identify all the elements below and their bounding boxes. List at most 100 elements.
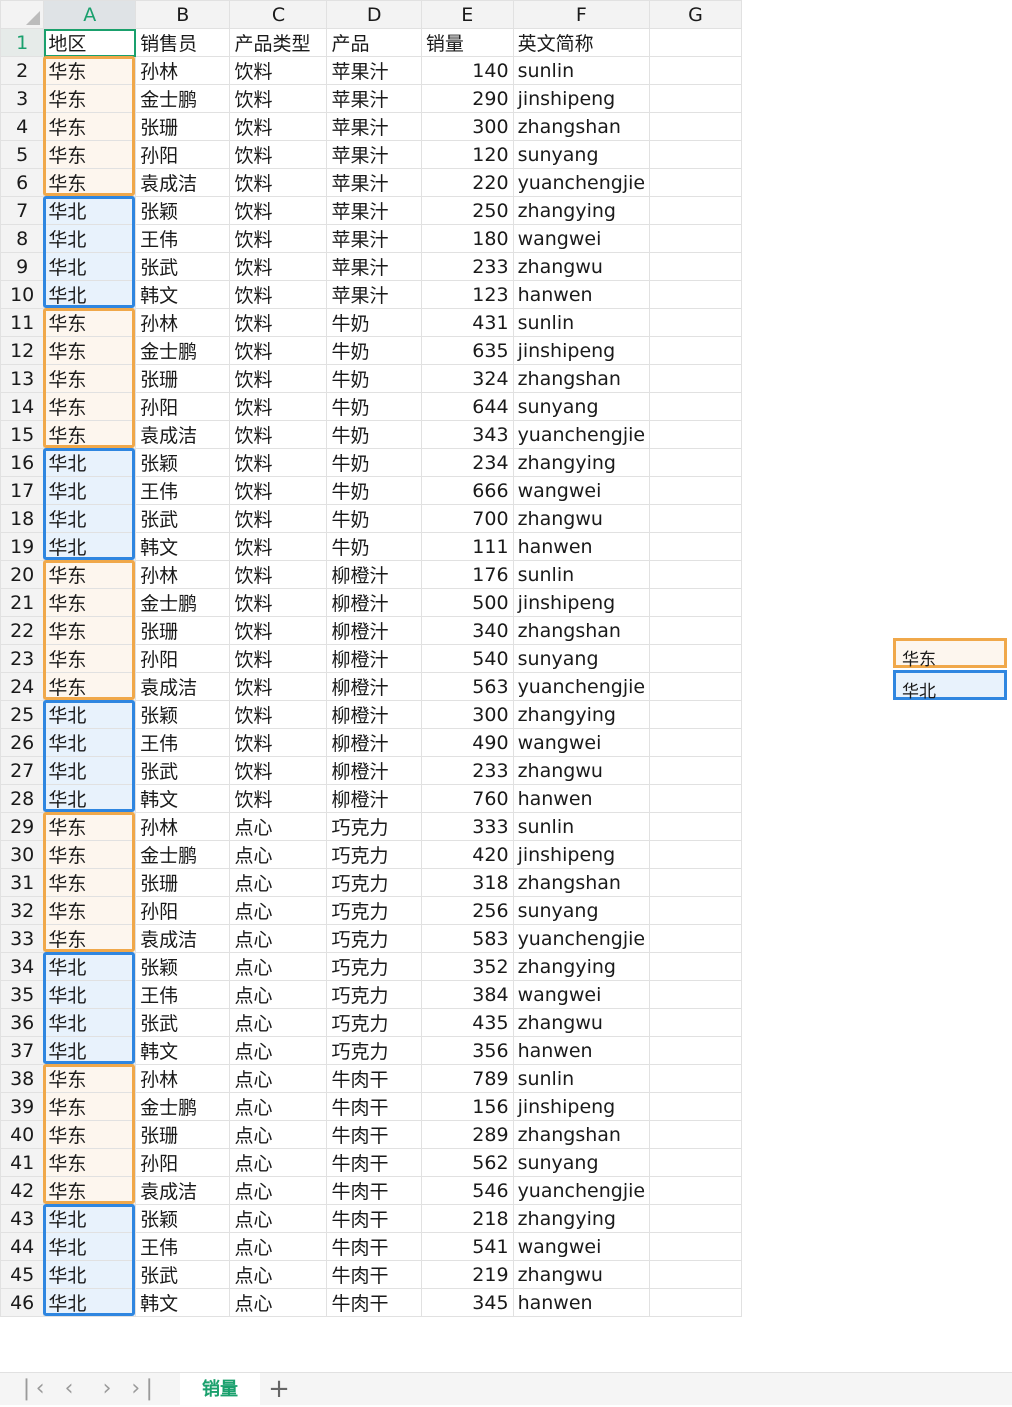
cell[interactable]: 233 (420, 756, 514, 785)
cell[interactable]: 华东 (43, 1176, 137, 1205)
cell[interactable]: 华东 (43, 812, 137, 841)
cell[interactable]: 540 (420, 644, 514, 673)
cell[interactable] (649, 1120, 742, 1149)
row-number[interactable]: 1 (0, 28, 45, 57)
cell[interactable]: 点心 (229, 980, 328, 1009)
cell[interactable]: 华东 (43, 868, 137, 897)
cell[interactable]: zhangwu (512, 1260, 651, 1289)
cell[interactable]: 王伟 (135, 980, 231, 1009)
cell[interactable]: jinshipeng (512, 588, 651, 617)
cell[interactable]: 巧克力 (326, 980, 422, 1009)
cell[interactable] (649, 980, 742, 1009)
cell[interactable]: 华北 (43, 448, 137, 477)
column-header-e[interactable]: E (420, 0, 514, 29)
cell[interactable]: 饮料 (229, 364, 328, 393)
add-sheet-icon[interactable]: + (265, 1374, 293, 1404)
row-number[interactable]: 35 (0, 980, 45, 1009)
cell[interactable] (649, 140, 742, 169)
row-number[interactable]: 45 (0, 1260, 45, 1289)
cell[interactable]: 柳橙汁 (326, 644, 422, 673)
cell[interactable]: zhangying (512, 700, 651, 729)
cell[interactable] (649, 448, 742, 477)
cell[interactable]: 饮料 (229, 616, 328, 645)
cell[interactable]: 华东 (43, 1120, 137, 1149)
cell[interactable]: 饮料 (229, 252, 328, 281)
cell[interactable]: zhangshan (512, 112, 651, 141)
row-number[interactable]: 11 (0, 308, 45, 337)
cell[interactable]: 牛肉干 (326, 1176, 422, 1205)
cell[interactable]: 435 (420, 1008, 514, 1037)
cell[interactable]: 546 (420, 1176, 514, 1205)
cell[interactable]: 饮料 (229, 756, 328, 785)
cell[interactable]: 180 (420, 224, 514, 253)
cell[interactable]: 华北 (43, 700, 137, 729)
cell[interactable]: 点心 (229, 840, 328, 869)
cell[interactable]: 饮料 (229, 700, 328, 729)
cell[interactable]: 华北 (43, 756, 137, 785)
cell[interactable]: 柳橙汁 (326, 756, 422, 785)
cell[interactable]: 420 (420, 840, 514, 869)
cell[interactable] (649, 112, 742, 141)
row-number[interactable]: 3 (0, 84, 45, 113)
cell[interactable]: 356 (420, 1036, 514, 1065)
cell[interactable]: 金士鹏 (135, 588, 231, 617)
cell[interactable]: 饮料 (229, 168, 328, 197)
cell[interactable]: 饮料 (229, 532, 328, 561)
cell[interactable]: 饮料 (229, 56, 328, 85)
cell[interactable]: zhangying (512, 448, 651, 477)
cell[interactable] (649, 1036, 742, 1065)
cell[interactable] (649, 1232, 742, 1261)
row-number[interactable]: 13 (0, 364, 45, 393)
cell[interactable]: 点心 (229, 1120, 328, 1149)
cell[interactable]: 111 (420, 532, 514, 561)
cell[interactable]: 点心 (229, 1232, 328, 1261)
cell[interactable]: 饮料 (229, 112, 328, 141)
first-sheet-icon[interactable]: ❘‹ (16, 1376, 46, 1401)
cell[interactable]: 300 (420, 112, 514, 141)
cell[interactable]: 饮料 (229, 784, 328, 813)
cell[interactable]: 孙阳 (135, 896, 231, 925)
cell[interactable]: 牛肉干 (326, 1120, 422, 1149)
cell[interactable] (649, 504, 742, 533)
cell[interactable]: 华东 (43, 560, 137, 589)
cell[interactable]: 张珊 (135, 112, 231, 141)
cell[interactable] (649, 812, 742, 841)
row-number[interactable]: 25 (0, 700, 45, 729)
cell[interactable]: 袁成洁 (135, 168, 231, 197)
cell[interactable]: 袁成洁 (135, 672, 231, 701)
cell[interactable]: 华东 (43, 672, 137, 701)
cell[interactable]: 583 (420, 924, 514, 953)
cell[interactable] (649, 1288, 742, 1317)
cell[interactable]: 张颖 (135, 952, 231, 981)
cell[interactable] (649, 924, 742, 953)
cell[interactable] (649, 336, 742, 365)
cell[interactable]: 韩文 (135, 532, 231, 561)
cell[interactable]: 点心 (229, 1148, 328, 1177)
cell[interactable]: zhangwu (512, 504, 651, 533)
cell[interactable]: sunyang (512, 1148, 651, 1177)
cell[interactable] (649, 672, 742, 701)
cell[interactable]: 柳橙汁 (326, 728, 422, 757)
cell[interactable]: 牛奶 (326, 504, 422, 533)
cell[interactable]: 巧克力 (326, 840, 422, 869)
cell[interactable] (649, 168, 742, 197)
cell[interactable] (649, 700, 742, 729)
cell[interactable]: 苹果汁 (326, 140, 422, 169)
cell[interactable]: 金士鹏 (135, 336, 231, 365)
cell[interactable]: 饮料 (229, 224, 328, 253)
cell[interactable]: 牛肉干 (326, 1260, 422, 1289)
cell[interactable]: jinshipeng (512, 84, 651, 113)
cell[interactable]: wangwei (512, 980, 651, 1009)
cell[interactable]: hanwen (512, 1036, 651, 1065)
cell[interactable] (649, 420, 742, 449)
cell[interactable]: 柳橙汁 (326, 560, 422, 589)
cell[interactable]: 苹果汁 (326, 196, 422, 225)
cell[interactable]: 苹果汁 (326, 112, 422, 141)
column-header-a[interactable]: A (43, 0, 137, 29)
cell[interactable]: zhangying (512, 952, 651, 981)
cell[interactable]: 352 (420, 952, 514, 981)
cell[interactable]: 巧克力 (326, 1008, 422, 1037)
cell[interactable]: 王伟 (135, 1232, 231, 1261)
row-number[interactable]: 7 (0, 196, 45, 225)
cell[interactable]: sunlin (512, 1064, 651, 1093)
